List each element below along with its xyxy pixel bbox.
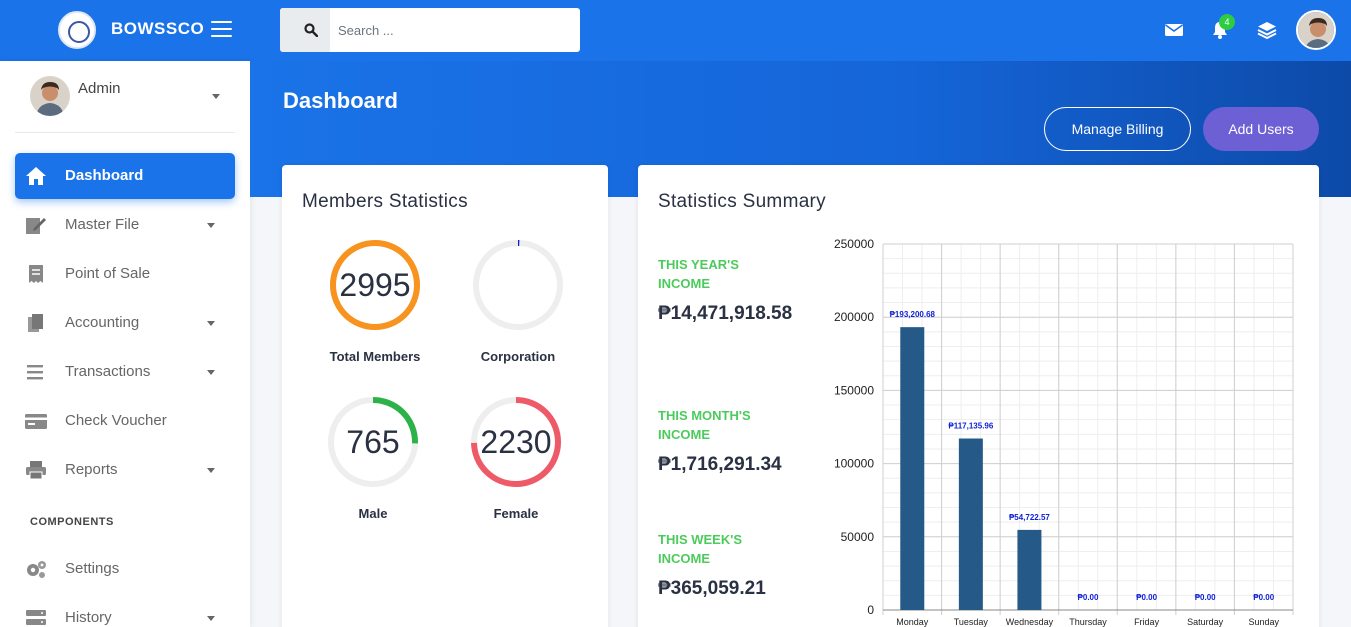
- layers-icon[interactable]: [1257, 20, 1277, 40]
- sidebar-item-point-of-sale[interactable]: Point of Sale: [15, 251, 235, 297]
- sidebar: Admin Dashboard Master File Point of Sal…: [0, 61, 250, 627]
- bar[interactable]: [900, 327, 925, 610]
- data-label: ₱0.00: [1078, 593, 1099, 602]
- data-label: ₱193,200.68: [890, 310, 936, 319]
- brand-area: BOWSSCO: [0, 0, 250, 61]
- page-title: Dashboard: [283, 88, 398, 113]
- sidebar-item-label: Dashboard: [65, 167, 144, 184]
- week-income-value: ₱365,059.21: [658, 578, 766, 599]
- chevron-down-icon: [212, 94, 220, 99]
- ring-track: [473, 240, 563, 330]
- chevron-down-icon: [207, 370, 215, 375]
- y-tick-label: 0: [867, 603, 874, 617]
- x-tick-label: Sunday: [1248, 617, 1279, 627]
- month-income-label: THIS MONTH'S INCOME: [658, 408, 751, 442]
- manage-billing-button[interactable]: Manage Billing: [1044, 107, 1191, 151]
- sidebar-item-dashboard[interactable]: Dashboard: [15, 153, 235, 199]
- sidebar-item-label: Point of Sale: [65, 265, 151, 282]
- female-label: Female: [493, 506, 539, 521]
- corporation-label: Corporation: [480, 349, 556, 364]
- x-tick-label: Thursday: [1069, 617, 1107, 627]
- sidebar-item-transactions[interactable]: Transactions: [15, 349, 235, 395]
- y-tick-label: 150000: [834, 383, 874, 397]
- month-income-value: ₱1,716,291.34: [658, 454, 782, 475]
- sidebar-item-history[interactable]: History: [15, 595, 235, 627]
- sidebar-item-label: Master File: [65, 216, 140, 233]
- sidebar-user-name: Admin: [78, 80, 121, 97]
- bar[interactable]: [958, 438, 983, 610]
- y-tick-label: 200000: [834, 310, 874, 324]
- edit-file-icon: [26, 218, 46, 234]
- chevron-down-icon: [207, 616, 215, 621]
- sidebar-item-check-voucher[interactable]: Check Voucher: [15, 398, 235, 444]
- data-label: ₱0.00: [1195, 593, 1216, 602]
- corporation-ring: [473, 240, 563, 330]
- search-bar: [280, 8, 580, 52]
- data-label: ₱117,135.96: [948, 422, 993, 431]
- user-avatar[interactable]: [1296, 10, 1336, 50]
- y-tick-label: 50000: [841, 530, 875, 544]
- sidebar-item-reports[interactable]: Reports: [15, 447, 235, 493]
- menu-toggle-icon[interactable]: [211, 20, 232, 38]
- credit-card-icon: [25, 414, 47, 429]
- sidebar-item-label: Transactions: [65, 363, 151, 380]
- sidebar-item-label: Accounting: [65, 314, 140, 331]
- y-tick-label: 100000: [834, 457, 874, 471]
- notification-badge: 4: [1219, 14, 1235, 30]
- add-users-button[interactable]: Add Users: [1203, 107, 1319, 151]
- sidebar-item-label: Check Voucher: [65, 412, 167, 429]
- x-tick-label: Monday: [896, 617, 929, 627]
- y-tick-label: 250000: [834, 237, 874, 251]
- sidebar-section-heading: COMPONENTS: [30, 516, 114, 528]
- search-input[interactable]: [330, 8, 580, 52]
- server-icon: [26, 610, 46, 625]
- sidebar-item-accounting[interactable]: Accounting: [15, 300, 235, 346]
- brand-logo[interactable]: [58, 11, 96, 49]
- sidebar-item-master-file[interactable]: Master File: [15, 202, 235, 248]
- chevron-down-icon: [207, 223, 215, 228]
- data-label: ₱0.00: [1253, 593, 1274, 602]
- x-tick-label: Friday: [1134, 617, 1160, 627]
- data-label: ₱0.00: [1136, 593, 1157, 602]
- members-statistics-card: Members Statistics 2995 Total Members Co…: [282, 165, 608, 627]
- x-tick-label: Saturday: [1187, 617, 1224, 627]
- chevron-down-icon: [207, 468, 215, 473]
- male-value: 765: [346, 424, 400, 460]
- bar[interactable]: [1017, 529, 1042, 610]
- sidebar-item-settings[interactable]: Settings: [15, 546, 235, 592]
- x-tick-label: Tuesday: [954, 617, 989, 627]
- week-income-label: THIS WEEK'S INCOME: [658, 532, 742, 566]
- gears-icon: [27, 561, 46, 578]
- year-income-label: THIS YEAR'S INCOME: [658, 257, 739, 291]
- copy-icon: [28, 314, 43, 332]
- female-value: 2230: [480, 424, 552, 460]
- mail-icon[interactable]: [1164, 20, 1184, 40]
- card-title: Statistics Summary: [658, 191, 826, 212]
- total-members-value: 2995: [339, 267, 411, 303]
- total-members-label: Total Members: [329, 349, 421, 364]
- weekly-income-chart: 250000 200000 150000 100000 50000 0 ₱193,200.6…: [834, 237, 1294, 627]
- receipt-icon: [29, 265, 43, 283]
- male-label: Male: [358, 506, 388, 521]
- year-income-value: ₱14,471,918.58: [658, 303, 793, 324]
- data-label: ₱54,722.57: [1009, 513, 1050, 522]
- x-tick-label: Wednesday: [1006, 617, 1054, 627]
- search-button[interactable]: [280, 8, 330, 52]
- sidebar-item-label: History: [65, 609, 112, 626]
- list-icon: [27, 365, 43, 380]
- sidebar-user-menu[interactable]: Admin: [15, 61, 235, 133]
- chevron-down-icon: [207, 321, 215, 326]
- search-icon: [304, 23, 318, 37]
- sidebar-item-label: Reports: [65, 461, 118, 478]
- brand-name: BOWSSCO: [111, 19, 205, 38]
- sidebar-avatar: [30, 76, 70, 116]
- sidebar-item-label: Settings: [65, 560, 120, 577]
- home-icon: [26, 167, 46, 185]
- printer-icon: [26, 461, 46, 480]
- card-title: Members Statistics: [302, 191, 468, 212]
